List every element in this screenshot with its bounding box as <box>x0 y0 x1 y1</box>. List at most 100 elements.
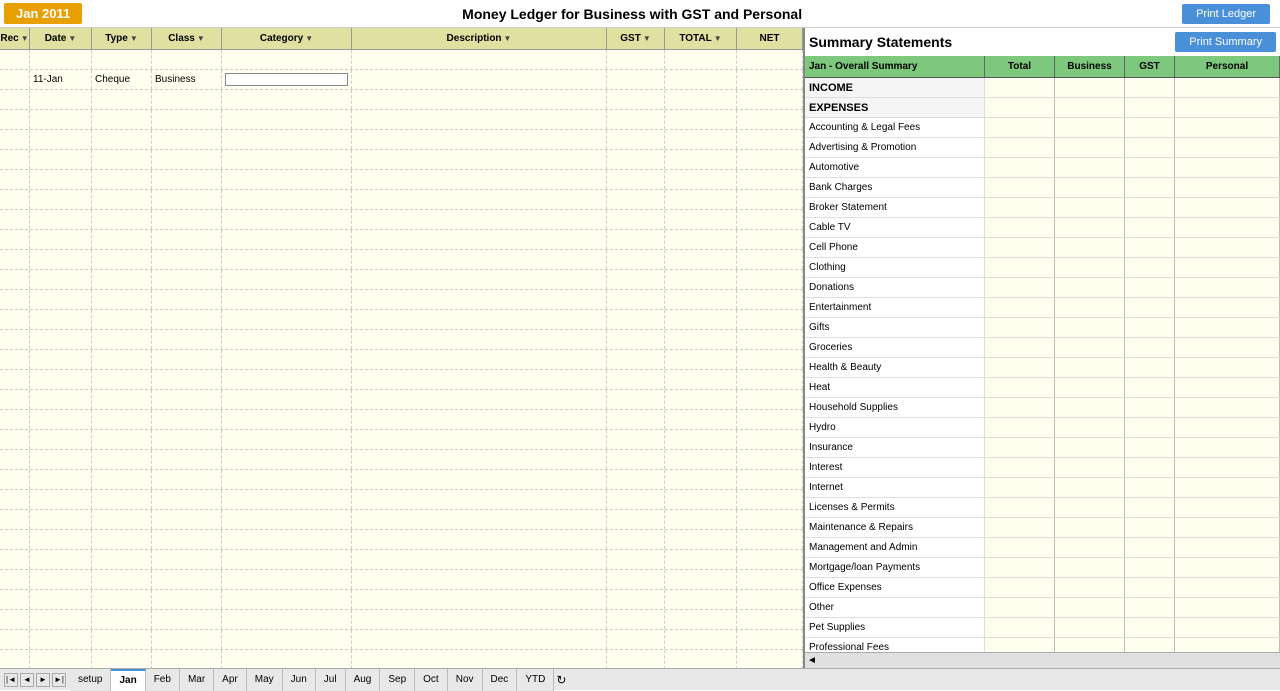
ledger-cell[interactable] <box>222 530 352 549</box>
col-header-type[interactable]: Type ▼ <box>92 28 152 49</box>
ledger-cell[interactable] <box>352 150 607 169</box>
table-row[interactable] <box>0 530 803 550</box>
table-row[interactable] <box>0 130 803 150</box>
table-row[interactable] <box>0 310 803 330</box>
ledger-cell[interactable] <box>222 550 352 569</box>
ledger-cell[interactable] <box>222 250 352 269</box>
ledger-cell[interactable] <box>222 370 352 389</box>
tab-next-button[interactable]: ► <box>36 673 50 687</box>
ledger-cell[interactable] <box>352 170 607 189</box>
scroll-left-icon[interactable]: ◄ <box>807 655 817 666</box>
table-row[interactable] <box>0 570 803 590</box>
table-row[interactable] <box>0 410 803 430</box>
ledger-cell[interactable] <box>222 330 352 349</box>
table-row[interactable] <box>0 610 803 630</box>
col-header-description[interactable]: Description ▼ <box>352 28 607 49</box>
table-row[interactable] <box>0 110 803 130</box>
ledger-cell[interactable] <box>222 430 352 449</box>
col-header-gst[interactable]: GST ▼ <box>607 28 665 49</box>
ledger-cell[interactable] <box>352 430 607 449</box>
ledger-cell[interactable] <box>352 410 607 429</box>
ledger-cell[interactable] <box>222 610 352 629</box>
ledger-cell[interactable] <box>352 650 607 668</box>
table-row[interactable] <box>0 590 803 610</box>
tab-sep[interactable]: Sep <box>380 669 415 691</box>
table-row[interactable]: 11-JanChequeBusiness <box>0 70 803 90</box>
ledger-cell[interactable] <box>222 210 352 229</box>
tab-first-button[interactable]: |◄ <box>4 673 18 687</box>
tab-may[interactable]: May <box>247 669 283 691</box>
table-row[interactable] <box>0 430 803 450</box>
table-row[interactable] <box>0 270 803 290</box>
tab-prev-button[interactable]: ◄ <box>20 673 34 687</box>
table-row[interactable] <box>0 490 803 510</box>
ledger-cell[interactable] <box>222 650 352 668</box>
ledger-cell[interactable] <box>352 590 607 609</box>
ledger-cell[interactable] <box>352 350 607 369</box>
ledger-cell[interactable] <box>352 530 607 549</box>
tab-mar[interactable]: Mar <box>180 669 214 691</box>
category-input[interactable] <box>225 73 348 86</box>
print-ledger-button[interactable]: Print Ledger <box>1182 4 1270 24</box>
table-row[interactable] <box>0 290 803 310</box>
col-header-class[interactable]: Class ▼ <box>152 28 222 49</box>
ledger-cell[interactable] <box>352 570 607 589</box>
tab-jul[interactable]: Jul <box>316 669 346 691</box>
table-row[interactable] <box>0 550 803 570</box>
ledger-cell[interactable] <box>222 170 352 189</box>
ledger-cell[interactable] <box>222 90 352 109</box>
ledger-cell[interactable] <box>352 510 607 529</box>
ledger-cell[interactable] <box>222 390 352 409</box>
ledger-cell[interactable] <box>222 450 352 469</box>
table-row[interactable] <box>0 150 803 170</box>
ledger-cell[interactable] <box>222 130 352 149</box>
tab-feb[interactable]: Feb <box>146 669 180 691</box>
table-row[interactable] <box>0 250 803 270</box>
table-row[interactable] <box>0 630 803 650</box>
ledger-cell[interactable] <box>352 490 607 509</box>
table-row[interactable] <box>0 650 803 668</box>
ledger-cell[interactable] <box>222 150 352 169</box>
ledger-cell[interactable] <box>222 490 352 509</box>
ledger-cell[interactable] <box>352 330 607 349</box>
tab-apr[interactable]: Apr <box>214 669 247 691</box>
ledger-cell[interactable] <box>352 630 607 649</box>
table-row[interactable] <box>0 170 803 190</box>
table-row[interactable] <box>0 450 803 470</box>
tab-aug[interactable]: Aug <box>346 669 381 691</box>
table-row[interactable] <box>0 50 803 70</box>
ledger-cell[interactable] <box>222 70 352 89</box>
ledger-cell[interactable] <box>222 310 352 329</box>
ledger-cell[interactable] <box>352 250 607 269</box>
table-row[interactable] <box>0 390 803 410</box>
ledger-cell[interactable] <box>352 310 607 329</box>
tab-ytd[interactable]: YTD <box>517 669 554 691</box>
col-header-total[interactable]: TOTAL ▼ <box>665 28 737 49</box>
ledger-cell[interactable] <box>352 610 607 629</box>
table-row[interactable] <box>0 350 803 370</box>
ledger-cell[interactable] <box>352 70 607 89</box>
print-summary-button[interactable]: Print Summary <box>1175 32 1276 52</box>
ledger-cell[interactable] <box>352 230 607 249</box>
ledger-cell[interactable] <box>222 410 352 429</box>
ledger-cell[interactable] <box>222 510 352 529</box>
ledger-cell[interactable] <box>222 470 352 489</box>
table-row[interactable] <box>0 510 803 530</box>
ledger-cell[interactable] <box>352 390 607 409</box>
table-row[interactable] <box>0 230 803 250</box>
tab-nov[interactable]: Nov <box>448 669 483 691</box>
tab-jun[interactable]: Jun <box>283 669 316 691</box>
ledger-cell[interactable] <box>222 590 352 609</box>
ledger-cell[interactable] <box>222 190 352 209</box>
ledger-cell[interactable] <box>222 290 352 309</box>
ledger-cell[interactable] <box>352 450 607 469</box>
tab-last-button[interactable]: ►| <box>52 673 66 687</box>
col-header-rec[interactable]: Rec ▼ <box>0 28 30 49</box>
ledger-cell[interactable] <box>222 570 352 589</box>
col-header-net[interactable]: NET <box>737 28 803 49</box>
ledger-cell[interactable] <box>222 50 352 69</box>
ledger-cell[interactable] <box>222 110 352 129</box>
table-row[interactable] <box>0 330 803 350</box>
ledger-cell[interactable] <box>352 470 607 489</box>
ledger-cell[interactable] <box>352 270 607 289</box>
